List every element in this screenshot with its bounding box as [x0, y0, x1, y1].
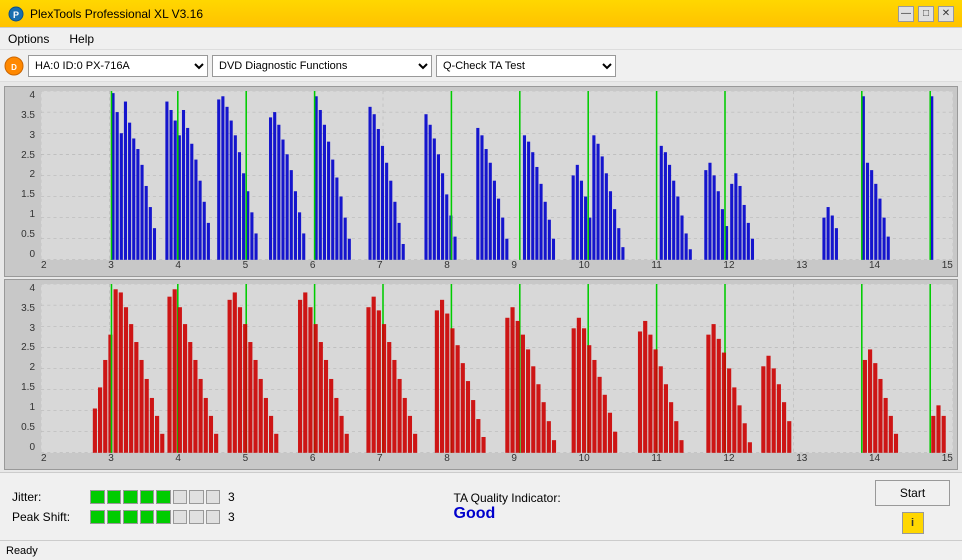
jitter-seg-2: [107, 490, 122, 504]
ta-quality-label: TA Quality Indicator:: [454, 491, 561, 505]
ps-seg-3: [123, 510, 138, 524]
drive-select[interactable]: HA:0 ID:0 PX-716A: [28, 55, 208, 77]
ps-seg-7: [189, 510, 204, 524]
ps-seg-6: [173, 510, 188, 524]
bottom-chart-container: 4 3.5 3 2.5 2 1.5 1 0.5 0: [4, 279, 958, 470]
title-text: PlexTools Professional XL V3.16: [30, 7, 203, 21]
title-bar: P PlexTools Professional XL V3.16 — □ ✕: [0, 0, 962, 28]
peak-shift-value: 3: [228, 510, 244, 524]
main-area: 4 3.5 3 2.5 2 1.5 1 0.5 0: [0, 82, 962, 472]
ps-seg-1: [90, 510, 105, 524]
top-chart-y-axis: 4 3.5 3 2.5 2 1.5 1 0.5 0: [5, 91, 37, 260]
jitter-label: Jitter:: [12, 490, 82, 504]
jitter-seg-8: [206, 490, 221, 504]
ta-quality-section: TA Quality Indicator: Good: [434, 491, 876, 523]
jitter-seg-7: [189, 490, 204, 504]
menu-help[interactable]: Help: [65, 30, 98, 48]
top-chart-svg: [41, 91, 953, 260]
ta-quality-value: Good: [454, 505, 496, 523]
info-button[interactable]: i: [902, 512, 924, 534]
status-bar: Ready: [0, 540, 962, 560]
minimize-button[interactable]: —: [898, 6, 914, 22]
maximize-button[interactable]: □: [918, 6, 934, 22]
peak-shift-progress: [90, 510, 220, 524]
top-chart-x-axis: 2 3 4 5 6 7 8 9 10 11 12 13 14 15: [41, 260, 953, 276]
test-select[interactable]: Q-Check TA Test: [436, 55, 616, 77]
peak-shift-row: Peak Shift: 3: [12, 510, 434, 524]
drive-icon: D: [4, 56, 24, 76]
ps-seg-4: [140, 510, 155, 524]
ps-seg-5: [156, 510, 171, 524]
top-chart-container: 4 3.5 3 2.5 2 1.5 1 0.5 0: [4, 86, 958, 277]
bottom-chart-x-axis: 2 3 4 5 6 7 8 9 10 11 12 13 14 15: [41, 453, 953, 469]
close-button[interactable]: ✕: [938, 6, 954, 22]
svg-text:D: D: [11, 63, 17, 72]
ps-seg-2: [107, 510, 122, 524]
peak-shift-label: Peak Shift:: [12, 510, 82, 524]
bottom-chart-area: [41, 284, 953, 453]
drive-section: D HA:0 ID:0 PX-716A: [4, 55, 208, 77]
toolbar: D HA:0 ID:0 PX-716A DVD Diagnostic Funct…: [0, 50, 962, 82]
jitter-seg-4: [140, 490, 155, 504]
metrics-section: Jitter: 3 Peak Shift:: [12, 490, 434, 524]
jitter-progress: [90, 490, 220, 504]
jitter-row: Jitter: 3: [12, 490, 434, 504]
jitter-seg-5: [156, 490, 171, 504]
top-chart-area: [41, 91, 953, 260]
jitter-seg-1: [90, 490, 105, 504]
bottom-chart-y-axis: 4 3.5 3 2.5 2 1.5 1 0.5 0: [5, 284, 37, 453]
bottom-chart-svg: [41, 284, 953, 453]
jitter-seg-6: [173, 490, 188, 504]
menu-bar: Options Help: [0, 28, 962, 50]
app-icon: P: [8, 6, 24, 22]
start-button-area: Start i: [875, 480, 950, 534]
svg-text:P: P: [13, 10, 19, 20]
bottom-panel: Jitter: 3 Peak Shift:: [0, 472, 962, 540]
jitter-value: 3: [228, 490, 244, 504]
start-button[interactable]: Start: [875, 480, 950, 506]
ps-seg-8: [206, 510, 221, 524]
title-controls: — □ ✕: [898, 6, 954, 22]
menu-options[interactable]: Options: [4, 30, 53, 48]
function-select[interactable]: DVD Diagnostic Functions: [212, 55, 432, 77]
jitter-seg-3: [123, 490, 138, 504]
